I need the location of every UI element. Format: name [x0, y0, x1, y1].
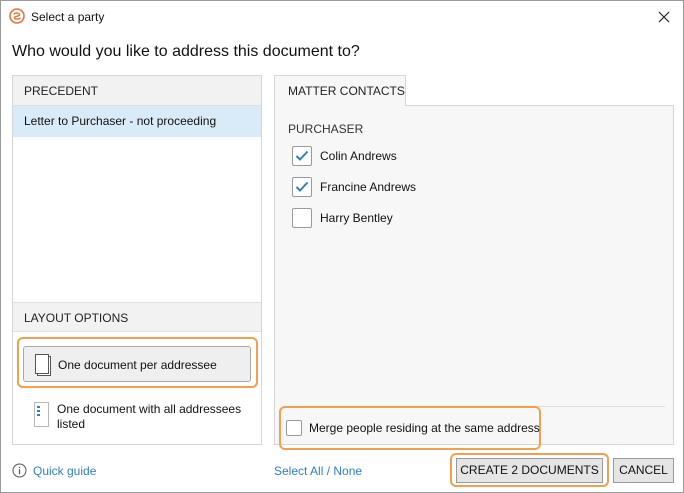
option-label: One document per addressee	[58, 358, 217, 372]
close-button[interactable]	[651, 4, 677, 30]
title-bar: Select a party	[1, 1, 683, 33]
option-all-addressees-listed[interactable]: One document with all addressees listed	[23, 402, 253, 434]
select-all-none-link[interactable]: Select All / None	[274, 464, 362, 478]
window-title: Select a party	[31, 10, 105, 24]
contact-francine-andrews[interactable]: Francine Andrews	[292, 176, 416, 198]
merge-same-address-option[interactable]: Merge people residing at the same addres…	[286, 420, 540, 436]
merge-label: Merge people residing at the same addres…	[309, 421, 540, 435]
list-document-icon	[33, 402, 51, 431]
contact-checkbox[interactable]	[292, 146, 312, 166]
contact-harry-bentley[interactable]: Harry Bentley	[292, 207, 393, 229]
contact-name: Harry Bentley	[320, 211, 393, 225]
precedent-panel: PRECEDENT Letter to Purchaser - not proc…	[12, 75, 262, 445]
close-icon	[658, 11, 670, 23]
contact-colin-andrews[interactable]: Colin Andrews	[292, 145, 397, 167]
quick-guide-link[interactable]: Quick guide	[12, 463, 96, 478]
precedent-header: PRECEDENT	[13, 76, 261, 106]
create-documents-button[interactable]: CREATE 2 DOCUMENTS	[456, 458, 603, 483]
option-one-per-addressee[interactable]: One document per addressee	[23, 346, 251, 382]
merge-checkbox[interactable]	[286, 420, 302, 436]
contact-group-label: PURCHASER	[288, 122, 364, 136]
select-party-dialog: Select a party Who would you like to add…	[0, 0, 684, 493]
option-label: One document with all addressees listed	[57, 402, 242, 431]
contact-checkbox[interactable]	[292, 177, 312, 197]
contact-name: Francine Andrews	[320, 180, 417, 194]
contacts-tab-body: PURCHASER Colin Andrews Francine Andrews	[274, 105, 674, 450]
cancel-button[interactable]: CANCEL	[613, 458, 674, 483]
quick-guide-label: Quick guide	[33, 463, 97, 478]
tab-matter-contacts[interactable]: MATTER CONTACTS	[274, 75, 406, 106]
contact-checkbox[interactable]	[292, 208, 312, 228]
checkmark-icon	[295, 150, 309, 161]
contacts-panel: MATTER CONTACTS PURCHASER Colin Andrews …	[274, 75, 674, 450]
contact-name: Colin Andrews	[320, 149, 397, 163]
info-icon	[12, 463, 27, 478]
single-document-icon	[34, 353, 52, 380]
precedent-item[interactable]: Letter to Purchaser - not proceeding	[13, 106, 261, 137]
app-logo-icon	[9, 8, 25, 24]
dialog-question: Who would you like to address this docum…	[12, 43, 360, 60]
layout-options-header: LAYOUT OPTIONS	[13, 302, 261, 332]
checkmark-icon	[295, 181, 309, 192]
